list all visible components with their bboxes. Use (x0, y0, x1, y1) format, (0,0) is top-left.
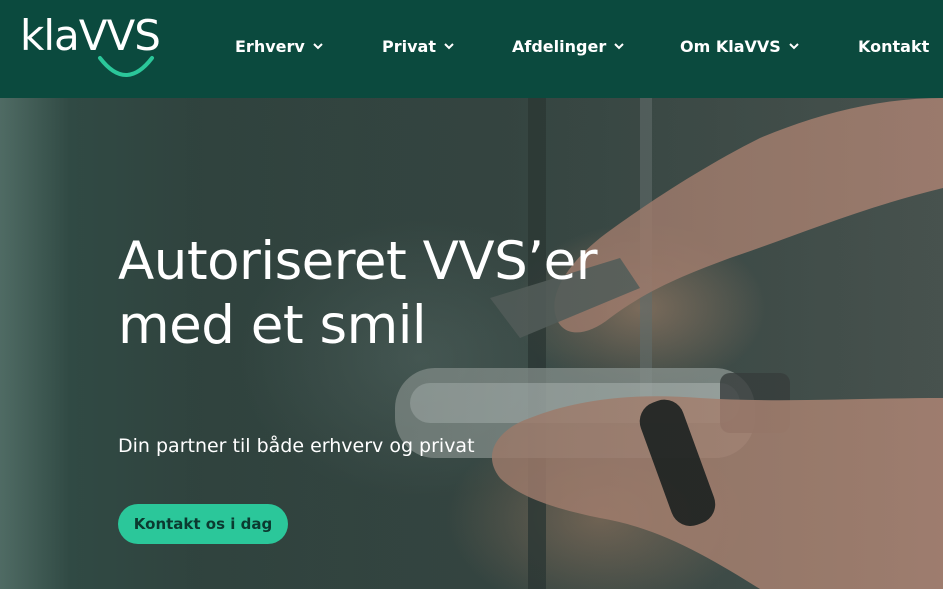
chevron-down-icon (444, 43, 454, 50)
chevron-down-icon (313, 43, 323, 50)
nav-item-label: Afdelinger (512, 36, 607, 56)
nav-item-kontakt[interactable]: Kontakt (858, 33, 929, 59)
contact-cta-button[interactable]: Kontakt os i dag (118, 504, 288, 544)
nav-item-label: Privat (382, 36, 436, 56)
nav-item-privat[interactable]: Privat (382, 33, 454, 59)
cta-label: Kontakt os i dag (133, 515, 273, 533)
chevron-down-icon (789, 43, 799, 50)
nav-item-label: Om KlaVVS (680, 36, 781, 56)
hero-subtitle: Din partner til både erhverv og privat (118, 435, 475, 457)
nav-item-om-klavvs[interactable]: Om KlaVVS (680, 33, 799, 59)
nav-item-afdelinger[interactable]: Afdelinger (512, 33, 624, 59)
hero-title-line-2: med et smil (118, 295, 427, 356)
hero-title: Autoriseret VVS’er med et smil (118, 230, 758, 358)
hero-title-line-1: Autoriseret VVS’er (118, 231, 598, 292)
nav-item-label: Erhverv (235, 36, 305, 56)
chevron-down-icon (614, 43, 624, 50)
main-nav: Erhverv Privat Afdelinger Om KlaVVS Kont… (0, 0, 943, 98)
hero-section: Autoriseret VVS’er med et smil Din partn… (0, 98, 943, 589)
nav-item-label: Kontakt (858, 36, 930, 56)
nav-item-erhverv[interactable]: Erhverv (235, 33, 323, 59)
site-header: klaVVS Erhverv Privat Afdelinger Om KlaV… (0, 0, 943, 98)
